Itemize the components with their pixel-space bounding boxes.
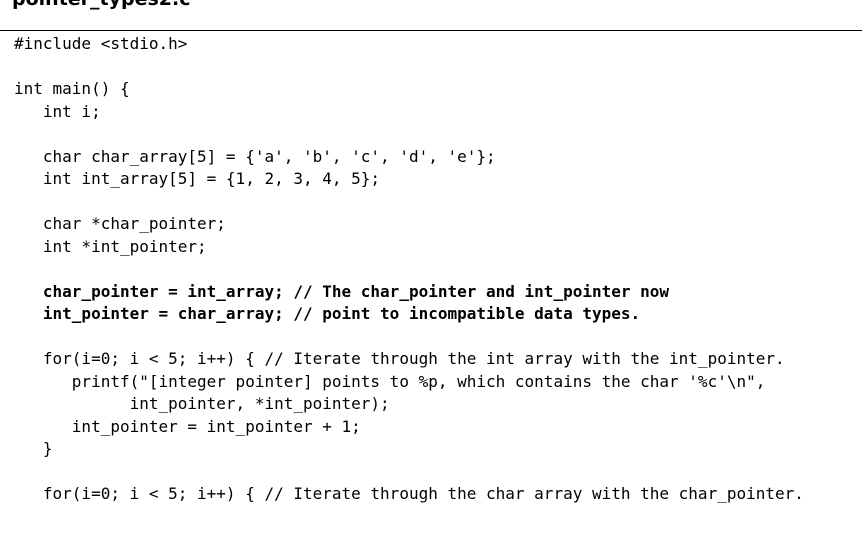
code-line-18: int_pointer = int_pointer + 1; [14,416,361,436]
code-line-17: int_pointer, *int_pointer); [14,394,390,413]
code-line-21: for(i=0; i < 5; i++) { // Iterate throug… [14,484,804,503]
code-line-7: int int_array[5] = {1, 2, 3, 4, 5}; [14,169,381,188]
file-title: pointer_types2.c [12,0,191,10]
code-line-13: int_pointer = char_array; // point to in… [14,304,641,323]
code-listing: #include <stdio.h> int main() { int i; c… [14,33,804,506]
code-line-15: for(i=0; i < 5; i++) { // Iterate throug… [14,349,785,368]
code-line-19: } [14,439,53,458]
title-divider [0,30,862,31]
code-line-16: printf("[integer pointer] points to %p, … [14,371,766,391]
code-line-12: char_pointer = int_array; // The char_po… [14,281,670,301]
code-line-6: char char_array[5] = {'a', 'b', 'c', 'd'… [14,146,496,166]
code-line-1: #include <stdio.h> [14,34,188,53]
code-line-4: int i; [14,101,101,121]
code-line-3: int main() { [14,79,130,98]
code-line-10: int *int_pointer; [14,236,207,256]
code-line-9: char *char_pointer; [14,214,226,233]
